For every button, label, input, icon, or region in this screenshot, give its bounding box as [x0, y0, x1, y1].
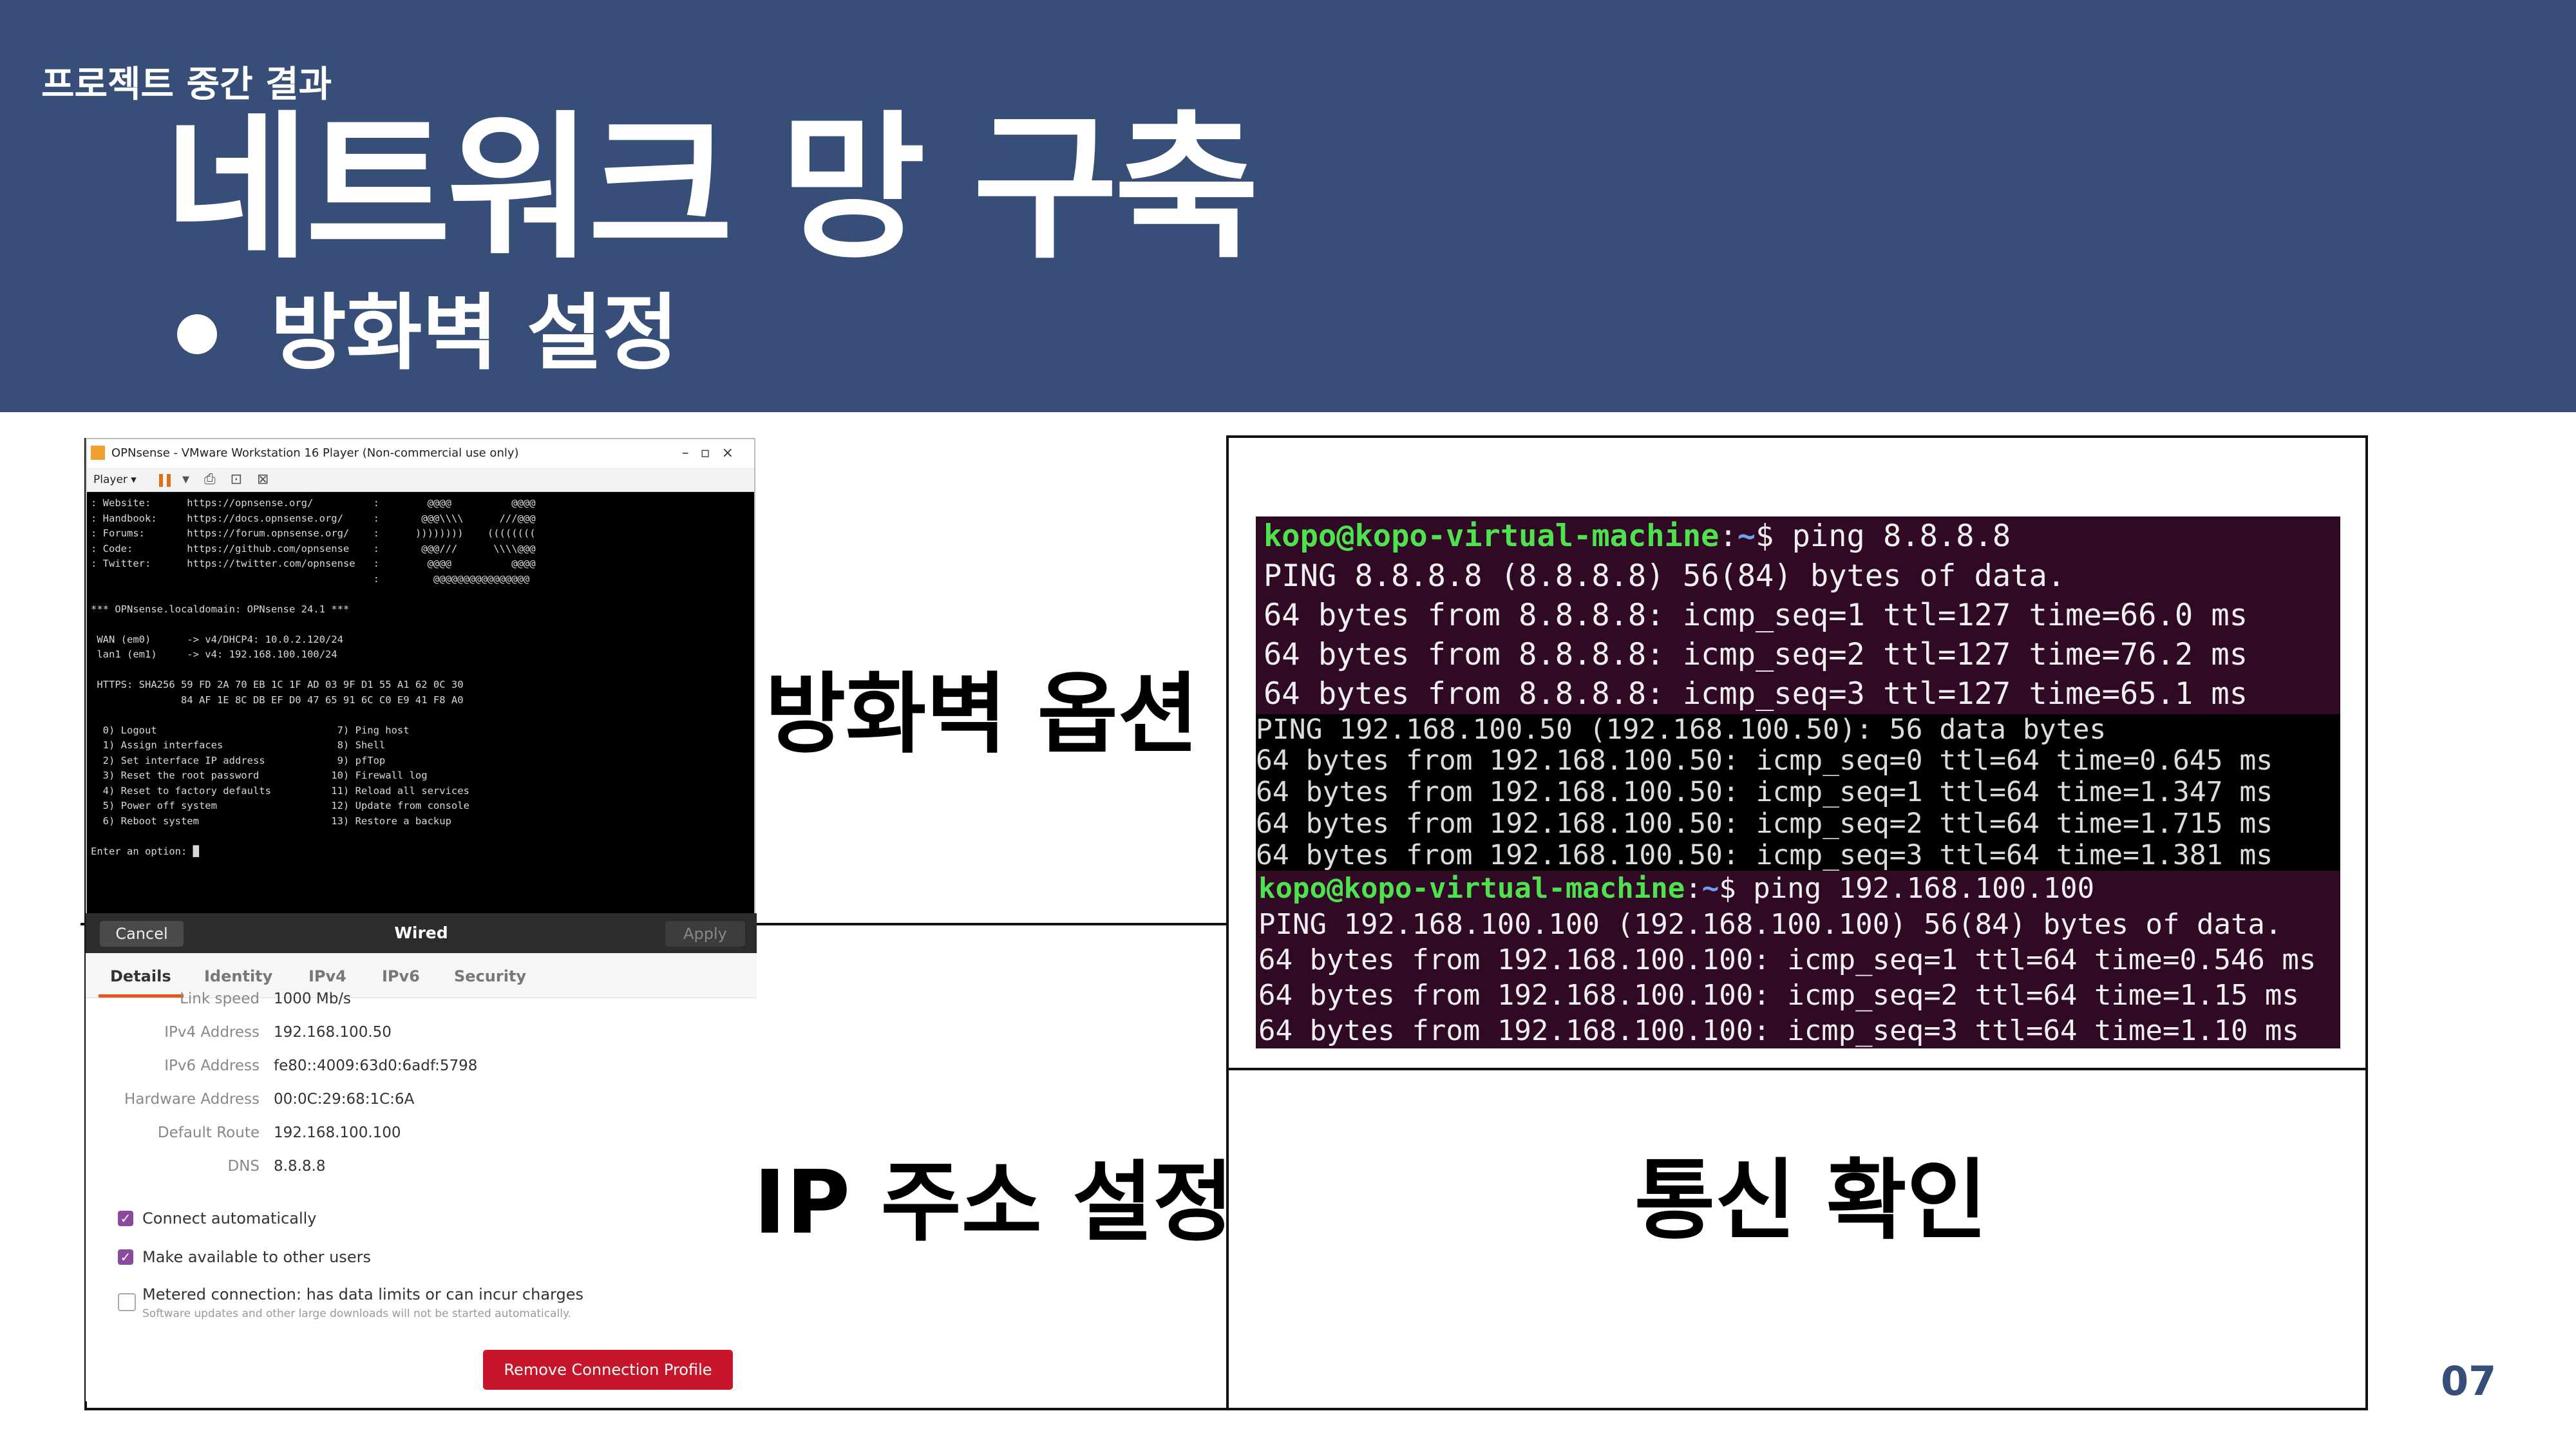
- terminal-prompt-line: kopo@kopo-virtual-machine:~$ ping 8.8.8.…: [1256, 516, 2340, 556]
- ping-terminal[interactable]: kopo@kopo-virtual-machine:~$ ping 8.8.8.…: [1256, 516, 2340, 1048]
- terminal-line: 64 bytes from 8.8.8.8: icmp_seq=1 ttl=12…: [1256, 596, 2340, 635]
- console-line: 84 AF 1E 8C DB EF D0 47 65 91 6C C0 E9 4…: [91, 694, 464, 706]
- console-line: 1) Assign interfaces 8) Shell: [91, 739, 386, 751]
- row-value: 1000 Mb/s: [274, 990, 352, 1007]
- tab-ipv4[interactable]: IPv4: [308, 967, 346, 985]
- available-others-label: Make available to other users: [142, 1248, 371, 1266]
- vmware-logo-icon: [91, 446, 105, 460]
- metered-label: Metered connection: has data limits or c…: [142, 1285, 583, 1303]
- terminal-line: 64 bytes from 8.8.8.8: icmp_seq=3 ttl=12…: [1256, 674, 2340, 714]
- slide-title: 네트워크 망 구축: [164, 97, 1259, 280]
- connect-auto-label: Connect automatically: [142, 1209, 317, 1227]
- terminal-line: 64 bytes from 192.168.100.50: icmp_seq=1…: [1256, 777, 2340, 808]
- metered-description: Software updates and other large downloa…: [142, 1307, 572, 1320]
- row-label: IPv6 Address: [164, 1057, 260, 1074]
- terminal-line: 64 bytes from 192.168.100.100: icmp_seq=…: [1256, 978, 2340, 1013]
- dialog-title: Wired: [394, 923, 448, 942]
- console-line: 3) Reset the root password 10) Firewall …: [91, 770, 428, 781]
- terminal-line: PING 192.168.100.100 (192.168.100.100) 5…: [1256, 907, 2340, 942]
- console-line: 0) Logout 7) Ping host: [91, 724, 410, 736]
- terminal-line: 64 bytes from 8.8.8.8: icmp_seq=2 ttl=12…: [1256, 635, 2340, 674]
- vm-toolbar-icons[interactable]: ▾ ⎙ ⊡ ⊠: [182, 468, 274, 492]
- row-label: Hardware Address: [124, 1091, 260, 1108]
- terminal-line: 64 bytes from 192.168.100.50: icmp_seq=0…: [1256, 745, 2340, 777]
- tab-security[interactable]: Security: [454, 967, 526, 985]
- tab-details[interactable]: Details: [110, 967, 171, 985]
- terminal-prompt-line: kopo@kopo-virtual-machine:~$ ping 192.16…: [1256, 871, 2340, 907]
- console-line: : Code: https://github.com/opnsense : @@…: [91, 542, 536, 554]
- console-line: lan1 (em1) -> v4: 192.168.100.100/24: [91, 649, 337, 660]
- console-line: HTTPS: SHA256 59 FD 2A 70 EB 1C 1F AD 03…: [91, 679, 464, 690]
- console-line: : Website: https://opnsense.org/ : @@@@ …: [91, 497, 536, 509]
- console-line: 4) Reset to factory defaults 11) Reload …: [91, 784, 469, 797]
- available-others-checkbox[interactable]: ✓: [118, 1249, 133, 1265]
- metered-checkbox[interactable]: [118, 1293, 136, 1311]
- row-value: fe80::4009:63d0:6adf:5798: [274, 1057, 478, 1074]
- tab-identity[interactable]: Identity: [204, 967, 272, 985]
- terminal-line: 64 bytes from 192.168.100.50: icmp_seq=3…: [1256, 840, 2340, 871]
- row-label: DNS: [227, 1158, 260, 1175]
- cancel-button[interactable]: Cancel: [100, 921, 184, 947]
- console-line: *** OPNsense.localdomain: OPNsense 24.1 …: [91, 603, 350, 615]
- row-label: Link speed: [180, 990, 260, 1007]
- remove-connection-button[interactable]: Remove Connection Profile: [483, 1350, 733, 1390]
- console-line: 6) Reboot system 13) Restore a backup: [91, 815, 451, 827]
- vm-window-titlebar: OPNsense - VMware Workstation 16 Player …: [87, 439, 754, 468]
- apply-button[interactable]: Apply: [665, 921, 745, 947]
- bullet-heading: 방화벽 설정: [270, 285, 679, 381]
- console-line: : Forums: https://forum.opnsense.org/ : …: [91, 527, 536, 539]
- row-value: 192.168.100.50: [274, 1024, 392, 1041]
- caption-communication-check: 통신 확인: [1634, 1150, 1987, 1252]
- tab-ipv6[interactable]: IPv6: [382, 967, 420, 985]
- frame-bottom: [84, 1408, 2368, 1410]
- frame-right: [2365, 435, 2368, 1410]
- row-value: 8.8.8.8: [274, 1158, 326, 1175]
- console-line: 2) Set interface IP address 9) pfTop: [91, 754, 386, 766]
- page-number: 07: [2441, 1358, 2497, 1405]
- opnsense-vm-window[interactable]: OPNsense - VMware Workstation 16 Player …: [86, 438, 755, 921]
- row-label: Default Route: [157, 1124, 260, 1141]
- console-line: : Twitter: https://twitter.com/opnsense …: [91, 558, 536, 569]
- console-line: : Handbook: https://docs.opnsense.org/ :…: [91, 512, 536, 524]
- opnsense-console[interactable]: : Website: https://opnsense.org/ : @@@@ …: [87, 493, 754, 920]
- row-value: 00:0C:29:68:1C:6A: [274, 1091, 415, 1108]
- terminal-line: PING 192.168.100.50 (192.168.100.50): 56…: [1256, 714, 2340, 745]
- window-controls[interactable]: –▫×: [682, 439, 745, 468]
- row-label: IPv4 Address: [164, 1024, 260, 1041]
- player-menu[interactable]: Player ▾: [93, 473, 137, 486]
- terminal-line: 64 bytes from 192.168.100.100: icmp_seq=…: [1256, 942, 2340, 978]
- caption-firewall-options: 방화벽 옵션: [765, 664, 1198, 766]
- bullet-dot-icon: [177, 314, 217, 354]
- connect-auto-checkbox[interactable]: ✓: [118, 1211, 133, 1226]
- pause-icon[interactable]: [159, 474, 171, 487]
- console-line: WAN (em0) -> v4/DHCP4: 10.0.2.120/24: [91, 633, 343, 645]
- console-line: Enter an option: █: [91, 845, 199, 857]
- terminal-line: 64 bytes from 192.168.100.100: icmp_seq=…: [1256, 1013, 2340, 1048]
- frame-right-split: [1227, 1068, 2367, 1070]
- terminal-line: PING 8.8.8.8 (8.8.8.8) 56(84) bytes of d…: [1256, 556, 2340, 596]
- console-line: 5) Power off system 12) Update from cons…: [91, 800, 469, 811]
- caption-ip-settings: IP 주소 설정: [753, 1152, 1234, 1254]
- network-settings-dialog: Wired Cancel Apply Details Identity IPv4…: [86, 913, 757, 1401]
- row-value: 192.168.100.100: [274, 1124, 401, 1141]
- console-line: : @@@@@@@@@@@@@@@@: [91, 573, 530, 585]
- frame-top-right: [1227, 435, 2368, 438]
- terminal-line: 64 bytes from 192.168.100.50: icmp_seq=2…: [1256, 808, 2340, 840]
